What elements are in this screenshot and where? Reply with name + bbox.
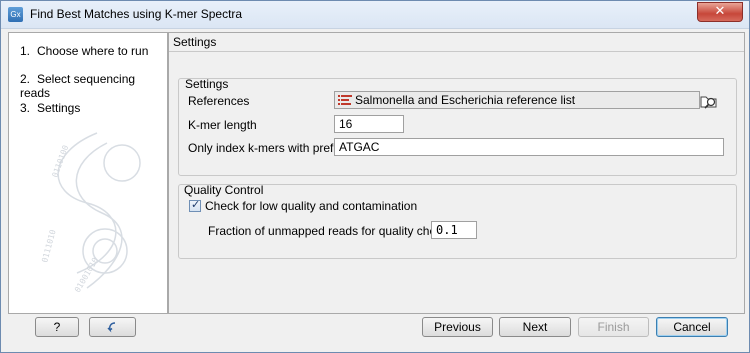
fraction-input[interactable]: 0.1 — [431, 221, 477, 239]
settings-group: Settings References Salmonella and Esche… — [178, 77, 737, 176]
list-icon — [338, 95, 352, 105]
step-label: Select sequencing reads — [20, 72, 136, 100]
wizard-steps-panel: 1. Choose where to run 2. Select sequencin… — [8, 32, 168, 314]
settings-panel: Settings Settings References Salmonella … — [168, 32, 745, 314]
step-label: Choose where to run — [37, 44, 149, 58]
prefix-label: Only index k-mers with prefix — [188, 141, 343, 155]
app-icon: Gx — [8, 7, 23, 22]
svg-text:0110100: 0110100 — [50, 144, 70, 179]
divider — [169, 51, 744, 52]
next-button[interactable]: Next — [499, 317, 571, 337]
quality-check-checkbox[interactable]: ✓ — [189, 198, 201, 212]
step-choose-where-to-run: 1. Choose where to run — [20, 44, 148, 58]
step-number: 2. — [20, 72, 31, 86]
help-icon: ? — [53, 320, 61, 334]
reset-button[interactable] — [89, 317, 136, 337]
references-field[interactable]: Salmonella and Escherichia reference lis… — [334, 91, 700, 109]
fraction-label: Fraction of unmapped reads for quality c… — [208, 224, 449, 238]
prefix-input[interactable]: ATGAC — [334, 138, 724, 156]
kmer-length-input[interactable]: 16 — [334, 115, 404, 133]
step-label: Settings — [37, 101, 81, 115]
page-title: Settings — [173, 35, 217, 49]
quality-check-label: Check for low quality and contamination — [205, 199, 418, 213]
references-value: Salmonella and Escherichia reference lis… — [355, 93, 576, 107]
step-select-sequencing-reads: 2. Select sequencing reads — [20, 72, 167, 100]
browse-icon[interactable] — [700, 93, 718, 109]
previous-button[interactable]: Previous — [422, 317, 493, 337]
svg-text:0111010: 0111010 — [40, 228, 57, 263]
references-label: References — [188, 94, 250, 108]
dialog-window: Gx Find Best Matches using K-mer Spectra… — [0, 0, 750, 353]
finish-button[interactable]: Finish — [578, 317, 649, 337]
dna-watermark-icon: 0110100 0111010 01001010 — [40, 132, 141, 294]
step-number: 1. — [20, 44, 31, 58]
reset-icon — [106, 322, 115, 333]
settings-group-title: Settings — [185, 77, 229, 91]
title-bar: Gx Find Best Matches using K-mer Spectra… — [1, 1, 749, 29]
quality-control-title: Quality Control — [184, 183, 264, 197]
kmer-length-label: K-mer length — [188, 118, 257, 132]
close-icon: ✕ — [714, 4, 726, 19]
step-settings: 3. Settings — [20, 101, 80, 115]
checkmark-icon: ✓ — [191, 198, 201, 211]
help-button[interactable]: ? — [35, 317, 79, 337]
cancel-button[interactable]: Cancel — [656, 317, 728, 337]
step-number: 3. — [20, 101, 31, 115]
window-title: Find Best Matches using K-mer Spectra — [30, 7, 243, 21]
close-button[interactable]: ✕ — [697, 2, 743, 22]
